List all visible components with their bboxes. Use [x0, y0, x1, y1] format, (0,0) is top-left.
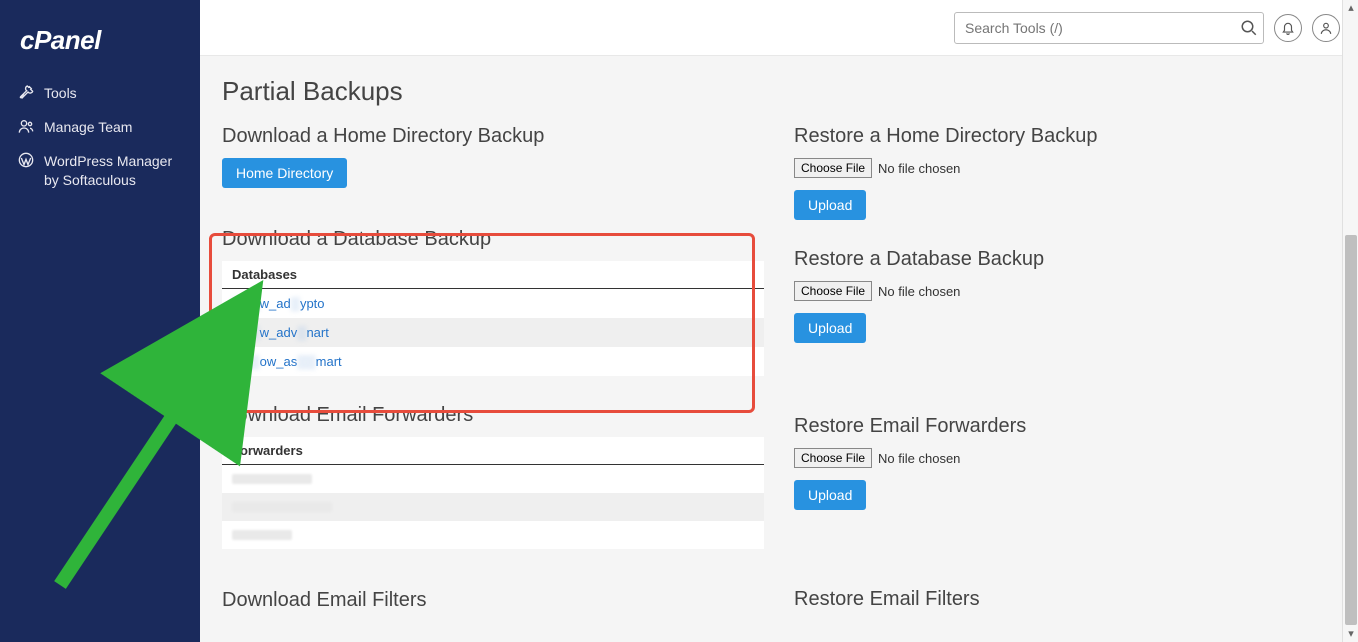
db-link[interactable]: ▒▒▒w_adv▒nart [232, 325, 329, 340]
db-link[interactable]: ▒▒▒w_ad▒ypto [232, 296, 325, 311]
db-text: w_adv [260, 325, 298, 340]
section-download-forwarders: Download Email Forwarders Forwarders [222, 404, 764, 549]
forwarders-table: Forwarders [222, 437, 764, 549]
brand-text: cPanel [20, 25, 101, 55]
choose-file-button[interactable]: Choose File [794, 281, 872, 301]
databases-table: Databases ▒▒▒w_ad▒ypto ▒▒▒w_adv▒nart ▒ [222, 261, 764, 376]
sidebar-item-tools[interactable]: Tools [0, 76, 200, 110]
blurred: ▒ [291, 296, 300, 311]
user-icon [1319, 21, 1333, 35]
db-text: mart [316, 354, 342, 369]
scroll-thumb[interactable] [1345, 235, 1357, 625]
blurred: ▒▒▒ [232, 296, 260, 311]
sidebar-item-wordpress[interactable]: WordPress Manager by Softaculous [0, 144, 200, 196]
page-title: Partial Backups [222, 76, 1336, 107]
table-row[interactable] [222, 465, 764, 493]
sidebar-item-label: Tools [44, 84, 77, 102]
account-button[interactable] [1312, 14, 1340, 42]
db-text: nart [306, 325, 328, 340]
section-download-home-dir: Download a Home Directory Backup Home Di… [222, 125, 764, 188]
section-restore-filters: Restore Email Filters [794, 588, 1336, 611]
table-row[interactable] [222, 521, 764, 549]
no-file-text: No file chosen [878, 284, 960, 299]
team-icon [18, 118, 34, 134]
section-title: Download Email Filters [222, 589, 764, 612]
wordpress-icon [18, 152, 34, 168]
choose-file-button[interactable]: Choose File [794, 158, 872, 178]
section-title: Download a Home Directory Backup [222, 125, 764, 148]
search-wrapper [954, 12, 1264, 44]
scroll-down-icon[interactable]: ▾ [1343, 626, 1358, 642]
section-restore-forwarders: Restore Email Forwarders Choose File No … [794, 415, 1336, 510]
blurred: ▒▒▒ [232, 354, 260, 369]
search-icon[interactable] [1240, 19, 1258, 37]
section-title: Restore a Database Backup [794, 248, 1336, 271]
file-row: Choose File No file chosen [794, 158, 1336, 178]
blurred: ▒▒ [297, 354, 315, 369]
section-restore-home-dir: Restore a Home Directory Backup Choose F… [794, 125, 1336, 220]
main-content: Partial Backups Download a Home Director… [200, 56, 1358, 642]
section-title: Restore Email Filters [794, 588, 1336, 611]
logo: cPanel [0, 20, 200, 76]
right-column: Restore a Home Directory Backup Choose F… [794, 125, 1336, 640]
table-row[interactable]: ▒▒▒w_adv▒nart [222, 318, 764, 347]
bell-icon [1281, 21, 1295, 35]
tools-icon [18, 84, 34, 100]
table-header: Databases [222, 261, 764, 289]
sidebar-item-label: Manage Team [44, 118, 132, 136]
db-text: w_ad [260, 296, 291, 311]
db-text: ypto [300, 296, 325, 311]
section-restore-db: Restore a Database Backup Choose File No… [794, 248, 1336, 343]
choose-file-button[interactable]: Choose File [794, 448, 872, 468]
table-row[interactable]: ▒▒▒w_ad▒ypto [222, 289, 764, 318]
no-file-text: No file chosen [878, 451, 960, 466]
db-text: ow_as [260, 354, 298, 369]
section-title: Restore Email Forwarders [794, 415, 1336, 438]
sidebar: cPanel Tools Manage Team WordPress Manag… [0, 0, 200, 642]
home-directory-button[interactable]: Home Directory [222, 158, 347, 188]
upload-button[interactable]: Upload [794, 480, 866, 510]
section-download-db: Download a Database Backup Databases ▒▒▒… [222, 228, 764, 376]
columns: Download a Home Directory Backup Home Di… [222, 125, 1336, 640]
upload-button[interactable]: Upload [794, 190, 866, 220]
no-file-text: No file chosen [878, 161, 960, 176]
table-header: Forwarders [222, 437, 764, 465]
sidebar-item-label: WordPress Manager by Softaculous [44, 152, 182, 188]
left-column: Download a Home Directory Backup Home Di… [222, 125, 764, 640]
search-input[interactable] [954, 12, 1264, 44]
scroll-up-icon[interactable]: ▴ [1343, 0, 1358, 16]
db-link[interactable]: ▒▒▒ow_as▒▒mart [232, 354, 342, 369]
notifications-button[interactable] [1274, 14, 1302, 42]
file-row: Choose File No file chosen [794, 281, 1336, 301]
upload-button[interactable]: Upload [794, 313, 866, 343]
section-download-filters: Download Email Filters [222, 589, 764, 612]
table-row[interactable] [222, 493, 764, 521]
sidebar-item-manage-team[interactable]: Manage Team [0, 110, 200, 144]
blurred: ▒ [297, 325, 306, 340]
top-bar [200, 0, 1358, 56]
table-row[interactable]: ▒▒▒ow_as▒▒mart [222, 347, 764, 376]
file-row: Choose File No file chosen [794, 448, 1336, 468]
section-title: Restore a Home Directory Backup [794, 125, 1336, 148]
section-title: Download a Database Backup [222, 228, 764, 251]
blurred: ▒▒▒ [232, 325, 260, 340]
scrollbar[interactable]: ▴ ▾ [1342, 0, 1358, 642]
section-title: Download Email Forwarders [222, 404, 764, 427]
